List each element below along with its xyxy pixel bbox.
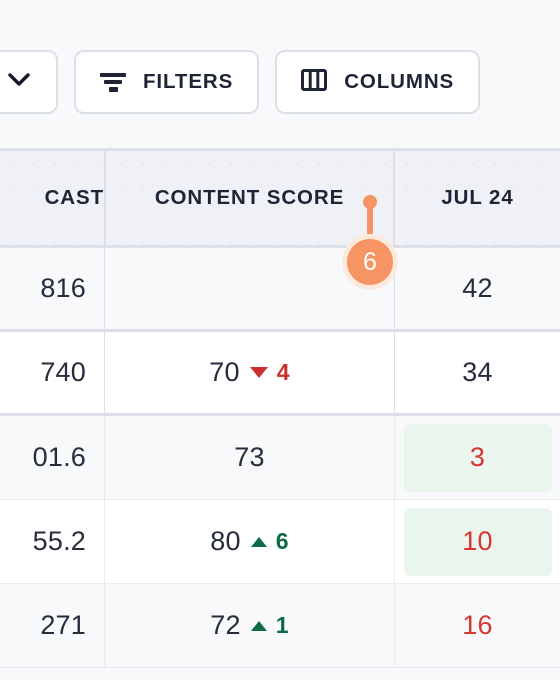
score-delta-up: 1	[250, 612, 289, 639]
cell-jul24: 34	[395, 332, 560, 413]
grid-header-row: CAST CONTENT SCORE JUL 24	[0, 148, 560, 248]
columns-button-label: COLUMNS	[344, 69, 455, 93]
cell-content-score: 80 6	[104, 500, 395, 583]
score-delta-down: 4	[249, 359, 290, 386]
jul24-value: 42	[462, 273, 493, 303]
jul24-value: 10	[462, 526, 493, 556]
filters-button[interactable]: FILTERS	[74, 50, 260, 114]
table-row[interactable]: 271 72 1 16	[0, 584, 560, 668]
data-grid-screen: FILTERS COLUMNS CAST CONTENT SCORE JUL 2…	[0, 0, 560, 680]
cell-content-score: 73	[104, 416, 395, 499]
column-header-content-score[interactable]: CONTENT SCORE	[104, 151, 395, 245]
jul24-value-pill: 3	[403, 423, 552, 492]
cell-forecast: 271	[40, 610, 86, 640]
cell-forecast: 740	[40, 357, 86, 387]
score-group: 70 4	[209, 357, 289, 388]
toolbar-button-row: FILTERS COLUMNS	[0, 50, 481, 114]
filter-icon	[100, 72, 126, 92]
column-header-jul24-label: JUL 24	[441, 186, 514, 209]
cell-forecast: 01.6	[32, 442, 86, 472]
cell-content-score	[104, 248, 395, 329]
score-delta-value: 1	[275, 612, 289, 638]
columns-button[interactable]: COLUMNS	[275, 50, 481, 114]
score-group: 73	[234, 442, 264, 473]
cell-content-score: 70 4	[104, 332, 395, 413]
filters-button-label: FILTERS	[143, 69, 234, 93]
table-row[interactable]: 816 42	[0, 248, 560, 332]
cell-forecast: 816	[40, 273, 86, 303]
cell-jul24: 3	[395, 416, 560, 499]
table-row[interactable]: 55.2 80 6 10	[0, 500, 560, 584]
column-header-forecast[interactable]: CAST	[0, 151, 104, 245]
table-row[interactable]: 740 70 4 34	[0, 332, 560, 416]
jul24-value: 34	[462, 357, 493, 387]
data-grid: CAST CONTENT SCORE JUL 24 816 42 740 70 …	[0, 148, 560, 668]
cell-jul24: 10	[395, 500, 560, 583]
jul24-value-pill: 16	[404, 592, 552, 660]
jul24-value-pill: 34	[404, 339, 552, 407]
score-delta-value: 6	[275, 528, 289, 554]
cell-forecast: 55.2	[32, 526, 86, 556]
column-header-jul24[interactable]: JUL 24	[395, 151, 560, 245]
grid-toolbar: FILTERS COLUMNS	[0, 0, 560, 148]
jul24-value: 16	[462, 610, 493, 640]
score-delta-value: 4	[276, 359, 290, 385]
score-delta-up: 6	[250, 528, 289, 555]
chevron-down-icon	[8, 73, 30, 91]
cell-content-score: 72 1	[104, 584, 395, 667]
column-header-forecast-label: CAST	[44, 186, 104, 209]
score-value: 72	[210, 610, 241, 640]
collapse-toggle-button[interactable]	[0, 50, 58, 114]
cell-jul24: 42	[395, 248, 560, 329]
score-value: 80	[210, 526, 241, 556]
jul24-value: 3	[469, 442, 486, 472]
jul24-value-pill: 10	[403, 507, 552, 576]
score-value: 70	[209, 357, 240, 387]
score-group: 80 6	[210, 526, 288, 557]
column-header-content-score-label: CONTENT SCORE	[154, 186, 345, 209]
columns-icon	[301, 68, 328, 96]
jul24-value-pill: 42	[404, 255, 552, 323]
cell-jul24: 16	[395, 584, 560, 667]
table-row[interactable]: 01.6 73 3	[0, 416, 560, 500]
arrow-up-icon	[250, 536, 267, 547]
score-group: 72 1	[210, 610, 288, 641]
arrow-up-icon	[250, 620, 267, 631]
arrow-down-icon	[249, 367, 268, 378]
score-value: 73	[234, 442, 265, 472]
